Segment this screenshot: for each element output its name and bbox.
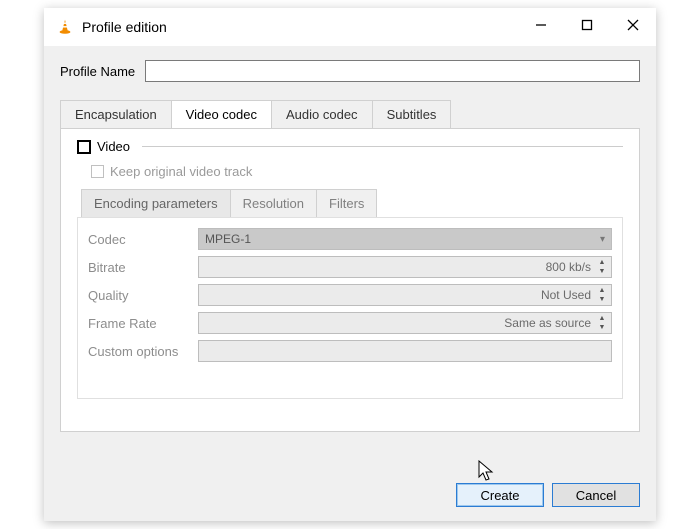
codec-label: Codec <box>88 232 198 247</box>
quality-value: Not Used <box>541 288 591 302</box>
codec-value: MPEG-1 <box>205 232 251 246</box>
quality-spin-arrows[interactable]: ▲▼ <box>595 286 609 304</box>
quality-spinbox[interactable]: Not Used ▲▼ <box>198 284 612 306</box>
bitrate-row: Bitrate 800 kb/s ▲▼ <box>88 256 612 278</box>
video-enable-label: Video <box>97 139 130 154</box>
titlebar: Profile edition <box>44 8 656 46</box>
video-subtabs: Encoding parameters Resolution Filters <box>81 189 623 217</box>
minimize-button[interactable] <box>518 8 564 42</box>
main-tabs: Encapsulation Video codec Audio codec Su… <box>60 100 640 128</box>
bitrate-label: Bitrate <box>88 260 198 275</box>
bitrate-value: 800 kb/s <box>546 260 591 274</box>
window-controls <box>518 8 656 42</box>
tab-video-codec[interactable]: Video codec <box>171 100 272 128</box>
keep-original-checkbox[interactable] <box>91 165 104 178</box>
framerate-label: Frame Rate <box>88 316 198 331</box>
dialog-frame: Profile edition Profile Name Encapsulati <box>44 8 656 521</box>
quality-label: Quality <box>88 288 198 303</box>
client-area: Profile Name Encapsulation Video codec A… <box>44 46 656 521</box>
group-separator-line <box>142 146 623 147</box>
keep-original-label: Keep original video track <box>110 164 252 179</box>
bitrate-spin-arrows[interactable]: ▲▼ <box>595 258 609 276</box>
tab-subtitles[interactable]: Subtitles <box>372 100 452 128</box>
subtab-filters[interactable]: Filters <box>316 189 377 217</box>
framerate-row: Frame Rate Same as source ▲▼ <box>88 312 612 334</box>
profile-name-row: Profile Name <box>60 60 640 82</box>
subtab-resolution[interactable]: Resolution <box>230 189 317 217</box>
create-button[interactable]: Create <box>456 483 544 507</box>
video-enable-checkbox[interactable] <box>77 140 91 154</box>
tab-panel-video-codec: Video Keep original video track Encoding… <box>60 128 640 432</box>
close-button[interactable] <box>610 8 656 42</box>
vlc-cone-icon <box>56 18 74 36</box>
window-title: Profile edition <box>82 19 167 35</box>
codec-row: Codec MPEG-1 <box>88 228 612 250</box>
profile-name-label: Profile Name <box>60 64 135 79</box>
custom-options-label: Custom options <box>88 344 198 359</box>
framerate-value: Same as source <box>504 316 591 330</box>
video-group-header: Video <box>77 139 623 154</box>
framerate-spinbox[interactable]: Same as source ▲▼ <box>198 312 612 334</box>
cancel-button[interactable]: Cancel <box>552 483 640 507</box>
dialog-window: Profile edition Profile Name Encapsulati <box>0 0 700 529</box>
custom-options-row: Custom options <box>88 340 612 362</box>
keep-original-row: Keep original video track <box>91 164 623 179</box>
quality-row: Quality Not Used ▲▼ <box>88 284 612 306</box>
codec-combobox[interactable]: MPEG-1 <box>198 228 612 250</box>
tab-encapsulation[interactable]: Encapsulation <box>60 100 172 128</box>
tab-audio-codec[interactable]: Audio codec <box>271 100 373 128</box>
framerate-spin-arrows[interactable]: ▲▼ <box>595 314 609 332</box>
subtab-encoding-parameters[interactable]: Encoding parameters <box>81 189 231 217</box>
custom-options-input[interactable] <box>198 340 612 362</box>
maximize-button[interactable] <box>564 8 610 42</box>
profile-name-input[interactable] <box>145 60 640 82</box>
encoding-parameters-panel: Codec MPEG-1 Bitrate 800 kb/s ▲▼ <box>77 217 623 399</box>
bitrate-spinbox[interactable]: 800 kb/s ▲▼ <box>198 256 612 278</box>
dialog-footer: Create Cancel <box>456 483 640 507</box>
